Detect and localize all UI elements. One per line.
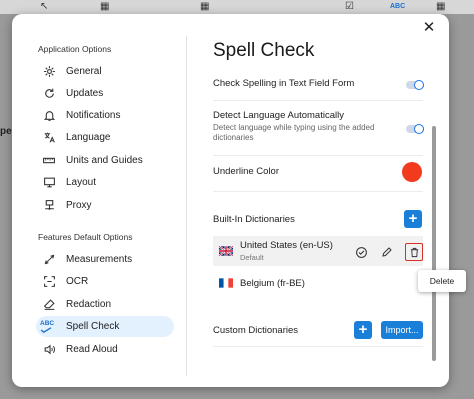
detect-language-toggle[interactable] [406,124,424,134]
sidebar-item-spell-check[interactable]: ABC Spell Check [36,316,174,337]
scrollbar[interactable] [432,126,436,361]
underline-color-swatch[interactable] [402,162,422,182]
page-title: Spell Check [213,40,315,61]
grid-icon: ▦ [436,1,446,12]
builtin-dictionaries-title: Built-In Dictionaries [213,214,295,225]
refresh-icon [40,87,58,100]
spellcheck-icon: ABC [40,320,58,333]
detect-language-row: Detect Language Automatically Detect lan… [213,110,423,143]
sidebar-item-general[interactable]: General [36,61,174,82]
ocr-icon [40,275,58,288]
sidebar-item-label: Layout [66,177,97,188]
fr-flag-icon [219,278,233,288]
detect-language-description: Detect language while typing using the a… [213,123,375,142]
language-icon [40,131,58,144]
divider [213,346,423,347]
sidebar-item-units-and-guides[interactable]: Units and Guides [36,150,174,171]
sidebar-item-label: Spell Check [66,321,120,332]
abc-icon: ABC [390,3,406,10]
sidebar-item-ocr[interactable]: OCR [36,271,174,292]
sidebar-item-label: Redaction [66,299,112,310]
measure-icon [40,253,58,266]
preferences-dialog: ✕ Application Options General Updates No… [12,14,449,387]
network-icon [40,199,58,212]
grid-icon: ▦ [100,1,110,12]
detect-language-label: Detect Language Automatically [213,110,344,121]
dictionary-name: United States (en-US) [240,240,333,251]
sidebar-item-label: Measurements [66,254,133,265]
sidebar-item-notifications[interactable]: Notifications [36,105,174,126]
section-title-features-default-options: Features Default Options [38,232,133,242]
check-spelling-text-field-label: Check Spelling in Text Field Form [213,78,355,89]
delete-tooltip: Delete [418,270,466,292]
main-panel: Spell Check Check Spelling in Text Field… [187,14,449,387]
monitor-icon [40,176,58,189]
sidebar-item-updates[interactable]: Updates [36,83,174,104]
dictionary-item-fr-be[interactable]: Belgium (fr-BE) [213,268,423,298]
delete-icon[interactable] [405,243,423,261]
dictionary-name: Belgium (fr-BE) [240,277,305,289]
sidebar-item-label: Notifications [66,110,121,121]
speaker-icon [40,343,58,356]
divider [213,191,423,192]
background-text: pe [0,126,12,137]
bell-icon [40,109,58,122]
add-builtin-dictionary-button[interactable]: + [404,210,422,228]
grid-icon: ▦ [200,1,210,12]
sidebar-item-measurements[interactable]: Measurements [36,249,174,270]
sidebar-item-label: OCR [66,276,89,287]
check-icon: ☑ [345,1,354,12]
section-title-application-options: Application Options [38,44,112,54]
check-spelling-text-field-row: Check Spelling in Text Field Form [213,78,423,89]
builtin-dictionaries-header: Built-In Dictionaries [213,214,423,225]
add-custom-dictionary-button[interactable]: + [354,321,372,339]
scrollbar-thumb[interactable] [432,126,436,361]
dictionary-item-en-us[interactable]: United States (en-US) Default [213,236,423,266]
cursor-icon: ↖ [40,1,49,12]
sidebar-item-read-aloud[interactable]: Read Aloud [36,339,174,360]
divider [213,155,423,156]
sidebar-item-label: General [66,66,102,77]
dictionary-default-label: Default [240,253,264,262]
gear-icon [40,65,58,78]
set-default-icon[interactable] [353,244,369,260]
sidebar-item-redaction[interactable]: Redaction [36,294,174,315]
sidebar-item-language[interactable]: Language [36,127,174,148]
sidebar-item-label: Language [66,132,111,143]
sidebar-item-label: Units and Guides [66,155,143,166]
sidebar-item-label: Updates [66,88,104,99]
underline-color-label: Underline Color [213,166,280,177]
uk-flag-icon [219,246,233,256]
sidebar-item-layout[interactable]: Layout [36,172,174,193]
divider [213,100,423,101]
sidebar-item-label: Read Aloud [66,344,118,355]
background-toolbar: ↖ ▦ ▦ ☑ ABC ▦ [0,0,474,14]
underline-color-row: Underline Color [213,166,423,177]
sidebar-item-proxy[interactable]: Proxy [36,195,174,216]
dictionary-actions [353,243,423,261]
sidebar-item-label: Proxy [66,200,92,211]
check-spelling-text-field-toggle[interactable] [406,80,424,90]
eraser-icon [40,298,58,311]
sidebar: Application Options General Updates Noti… [12,14,187,387]
edit-icon[interactable] [379,244,395,260]
import-button[interactable]: Import... [381,321,423,339]
ruler-icon [40,154,58,167]
